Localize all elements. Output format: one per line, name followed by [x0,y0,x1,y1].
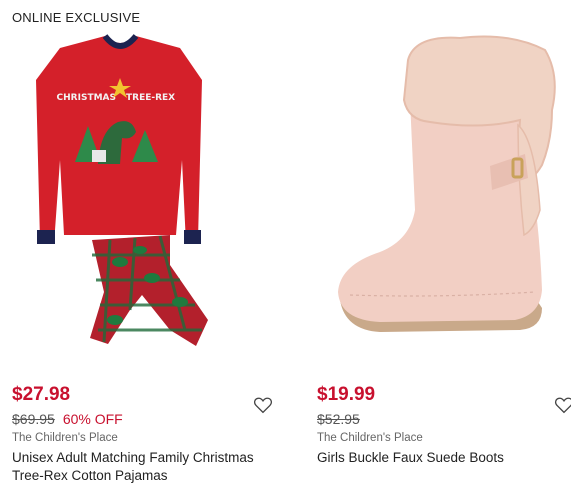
brand-name: The Children's Place [317,432,423,444]
online-exclusive-badge: ONLINE EXCLUSIVE [12,10,141,25]
brand-name: The Children's Place [12,432,118,444]
product-image-boots[interactable] [320,30,570,350]
product-title-link[interactable]: Unisex Adult Matching Family Christmas T… [12,449,287,485]
discount-label: 60% OFF [62,411,123,427]
price-details: $69.95 60% OFF [12,411,123,427]
price-details: $52.95 [317,411,360,427]
product-card-boots[interactable]: $19.99 $52.95 The Children's Place Girls… [305,0,571,483]
shirt-text-right: TREE-REX [126,93,175,103]
sale-price: $27.98 [12,384,71,405]
original-price: $52.95 [317,411,360,427]
product-card-pajamas[interactable]: ONLINE EXCLUSIVE CHRISTMAS TREE-REX $27.… [0,0,300,483]
product-title-link[interactable]: Girls Buckle Faux Suede Boots [317,449,567,467]
original-price: $69.95 [12,411,55,427]
shirt-text-left: CHRISTMAS [57,93,116,103]
pajamas-illustration: CHRISTMAS TREE-REX [36,34,208,346]
heart-icon[interactable] [554,396,571,414]
sale-price: $19.99 [317,384,376,405]
boot-illustration [338,35,556,332]
product-image-pajamas[interactable]: CHRISTMAS TREE-REX [20,30,265,350]
heart-icon[interactable] [253,396,273,414]
